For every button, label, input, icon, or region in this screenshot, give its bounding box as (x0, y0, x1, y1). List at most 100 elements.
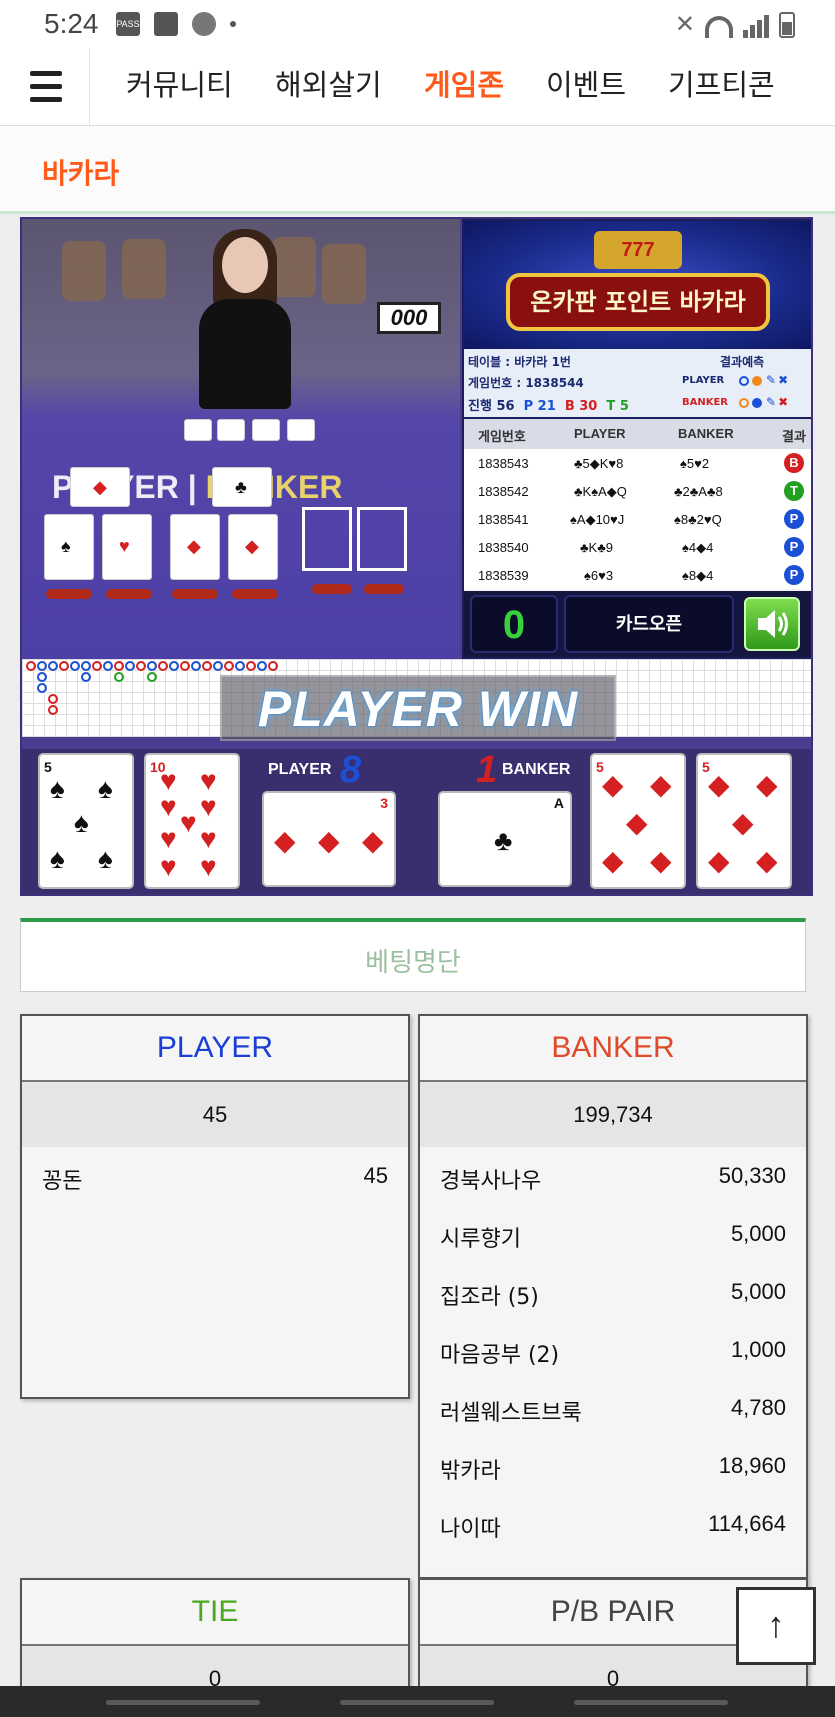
predict-player-label: PLAYER (682, 375, 725, 386)
tie-count: T 5 (606, 399, 629, 414)
result-card: 3 ◆ ◆ ◆ (262, 791, 396, 887)
arrow-up-icon: ↑ (767, 1604, 785, 1645)
row-banker-cards: ♣2♣A♣8 (674, 484, 723, 499)
row-game-no: 1838543 (478, 456, 529, 471)
prediction-label: 결과예측 (720, 355, 765, 369)
predict-banker-label: BANKER (682, 397, 729, 408)
tab-gifticon[interactable]: 기프티콘 (668, 62, 775, 104)
player-score-label: PLAYER (268, 761, 332, 778)
list-item: 경북사나우 50,330 (420, 1147, 806, 1205)
top-nav: 커뮤니티 해외살기 게임존 이벤트 기프티콘 (0, 48, 835, 126)
card-open-button[interactable]: 카드오픈 (564, 595, 734, 653)
scoreboard-panel: 777 온카판 포인트 바카라 테이블 : 바카라 1번 결과예측 게임번호 :… (462, 219, 811, 659)
bet-amount: 45 (363, 1163, 388, 1188)
history-row: 1838541 ♠A◆10♥J ♠8♣2♥Q P (464, 505, 811, 533)
list-item: 꽁돈 45 (22, 1147, 408, 1205)
hamburger-icon[interactable] (0, 48, 90, 126)
row-banker-cards: ♠8◆4 (682, 568, 714, 583)
game-info: 테이블 : 바카라 1번 결과예측 게임번호 : 1838544 PLAYER … (464, 349, 811, 417)
card-suit: ◆ (602, 769, 624, 800)
image-icon (154, 12, 178, 36)
header-result: 결과 (782, 429, 806, 444)
header-player: PLAYER (574, 426, 626, 441)
player-bets: PLAYER 45 꽁돈 45 (20, 1014, 410, 1399)
betting-list-header: 베팅명단 (20, 918, 806, 992)
row-result-badge: B (784, 453, 804, 473)
logo-title: 온카판 포인트 바카라 (506, 273, 770, 331)
betting-list-title: 베팅명단 (365, 948, 461, 978)
bettor-name: 시루향기 (440, 1227, 521, 1252)
scroll-top-button[interactable]: ↑ (736, 1587, 816, 1665)
baccarat-game: 000 PLAYER | BANKER ◆ ♣ ♠ ♥ ◆ ◆ 777 온카판 … (20, 217, 813, 896)
wifi-icon (705, 16, 733, 38)
round-counter: 0 (470, 595, 558, 653)
history-header: 게임번호 PLAYER BANKER 결과 (464, 419, 811, 449)
accessibility-icon (192, 12, 216, 36)
section-header: 바카라 (0, 126, 835, 214)
list-item: 러셀웨스트브룩 4,780 (420, 1379, 806, 1437)
card-suit: ◆ (274, 825, 296, 856)
bettor-name: 마음공부 (2) (440, 1343, 560, 1368)
game-number: 게임번호 : 1838544 (468, 376, 584, 390)
tab-community[interactable]: 커뮤니티 (126, 62, 233, 104)
row-game-no: 1838539 (478, 568, 529, 583)
banker-score-label: BANKER (502, 761, 571, 778)
bet-amount: 5,000 (730, 1221, 786, 1246)
result-card: 5 ◆ ◆ ◆ ◆ ◆ (696, 753, 792, 889)
tab-game-zone[interactable]: 게임존 (424, 62, 504, 104)
bet-amount: 5,000 (730, 1279, 786, 1304)
player-bets-title: PLAYER (22, 1016, 408, 1082)
list-item: 나이따 114,664 (420, 1495, 806, 1553)
card-rank: 3 (380, 795, 388, 811)
battery-icon (779, 12, 795, 38)
row-result-badge: P (784, 537, 804, 557)
banker-bets: BANKER 199,734 경북사나우 50,330 시루향기 5,000 집조라… (418, 1014, 808, 1579)
bettor-name: 꽁돈 (42, 1169, 83, 1194)
bettor-name: 러셀웨스트브룩 (440, 1401, 582, 1426)
control-bar: 0 카드오픈 (464, 591, 811, 657)
tie-bets: TIE 0 (20, 1578, 410, 1711)
row-banker-cards: ♠5♥2 (680, 456, 710, 471)
tie-bets-title: TIE (22, 1580, 408, 1646)
result-card: 5 ♠ ♠ ♠ ♠ ♠ (38, 753, 134, 889)
progress-label: 진행 56 (468, 399, 515, 414)
mute-icon: ✕ (674, 11, 695, 38)
row-player-cards: ♠6♥3 (584, 568, 614, 583)
row-game-no: 1838542 (478, 484, 529, 499)
win-banner: PLAYER WIN (220, 675, 616, 741)
bet-amount: 1,000 (730, 1337, 786, 1362)
tab-event[interactable]: 이벤트 (546, 62, 626, 104)
row-result-badge: P (784, 509, 804, 529)
speaker-icon[interactable] (744, 597, 800, 651)
dealer-image (187, 229, 302, 409)
player-score: 8 (340, 749, 362, 791)
slot-machine-icon: 777 (594, 231, 682, 269)
card-suit: ♠ (50, 773, 65, 804)
row-game-no: 1838541 (478, 512, 529, 527)
history-row: 1838540 ♣K♣9 ♠4◆4 P (464, 533, 811, 561)
signal-icon (743, 15, 769, 38)
bet-amount: 50,330 (718, 1163, 786, 1188)
predict-player-options[interactable]: ✎ ✖ (736, 373, 788, 387)
bet-amount: 4,780 (730, 1395, 786, 1420)
result-card: A ♣ (438, 791, 572, 887)
tab-overseas-living[interactable]: 해외살기 (275, 62, 382, 104)
history-row: 1838542 ♣K♠A◆Q ♣2♣A♣8 T (464, 477, 811, 505)
system-nav-bar (0, 1686, 835, 1717)
result-card: 5 ◆ ◆ ◆ ◆ ◆ (590, 753, 686, 889)
banker-bets-total: 199,734 (420, 1082, 806, 1147)
banker-score: 1 (476, 749, 498, 791)
row-result-badge: P (784, 565, 804, 585)
result-cards: 5 ♠ ♠ ♠ ♠ ♠ 10 ♥ ♥ ♥ ♥ ♥ ♥ ♥ ♥ ♥ PLAYER … (22, 749, 811, 894)
progress-count: 진행 56 P 21 B 30 T 5 (468, 395, 629, 414)
banker-bets-title: BANKER (420, 1016, 806, 1082)
predict-banker-options[interactable]: ✎ ✖ (736, 395, 788, 409)
list-item: 시루향기 5,000 (420, 1205, 806, 1263)
header-game-no: 게임번호 (478, 429, 526, 444)
banker-count: B 30 (564, 399, 598, 414)
status-bar: 5:24 PASS ✕ (0, 0, 835, 48)
pass-icon: PASS (116, 12, 140, 36)
bettor-name: 집조라 (5) (440, 1285, 539, 1310)
list-item: 마음공부 (2) 1,000 (420, 1321, 806, 1379)
card-suit: ♣ (494, 825, 513, 856)
